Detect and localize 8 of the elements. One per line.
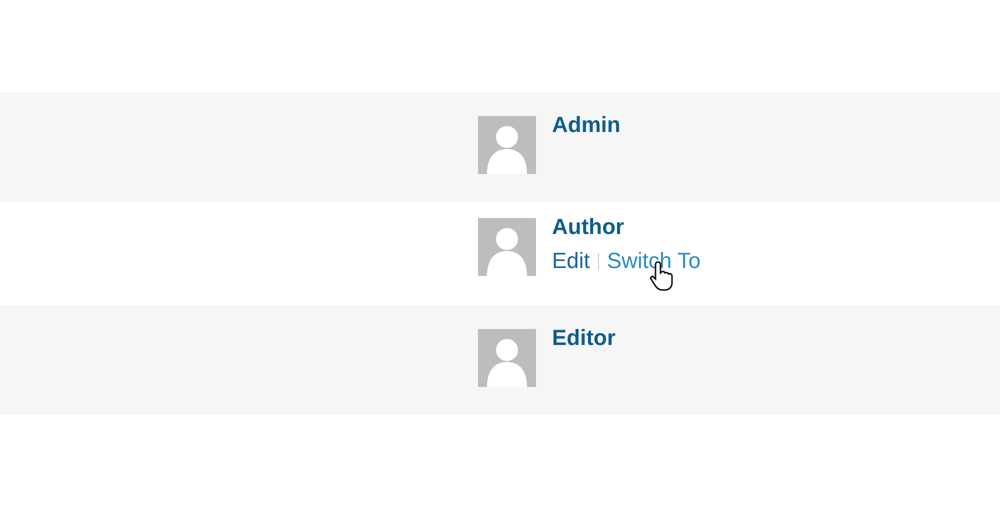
user-name[interactable]: Admin [552, 114, 620, 136]
user-name[interactable]: Author [552, 216, 701, 238]
user-name[interactable]: Editor [552, 327, 616, 349]
action-link[interactable]: Edit [552, 250, 590, 272]
avatar-icon [478, 218, 536, 276]
action-link[interactable]: Switch To [606, 250, 701, 272]
avatar-icon [478, 329, 536, 387]
avatar-icon [478, 116, 536, 174]
